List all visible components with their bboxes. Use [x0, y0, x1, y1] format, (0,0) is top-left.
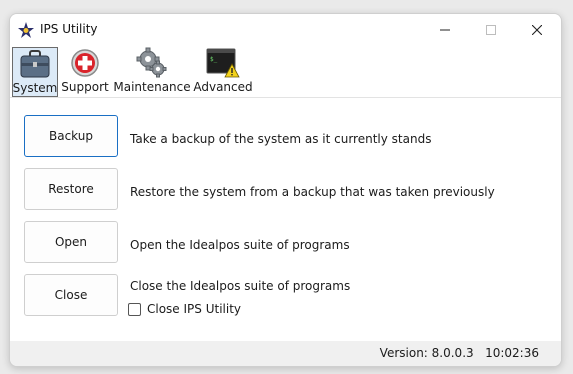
tab-support-label: Support — [61, 80, 109, 94]
close-ips-utility-checkbox[interactable] — [128, 302, 141, 316]
close-button[interactable]: Close — [24, 274, 118, 316]
version-label: Version: 8.0.0.3 — [379, 346, 474, 360]
app-window: IPS Utility System Support Maintenance $… — [9, 13, 562, 367]
window-title: IPS Utility — [40, 22, 98, 36]
tab-support[interactable]: Support — [61, 47, 109, 95]
open-description: Open the Idealpos suite of programs — [130, 238, 350, 252]
maximize-button[interactable] — [468, 14, 514, 45]
close-ips-utility-label: Close IPS Utility — [147, 302, 242, 316]
status-text: Version: 8.0.0.3 10:02:36 — [380, 346, 539, 360]
tab-system-label: System — [12, 81, 58, 95]
open-button[interactable]: Open — [24, 221, 118, 263]
close-ips-utility-option[interactable]: Close IPS Utility — [128, 302, 241, 316]
tab-maintenance-label: Maintenance — [113, 80, 191, 94]
clock-label: 10:02:36 — [485, 346, 539, 360]
restore-button[interactable]: Restore — [24, 168, 118, 210]
svg-text:$_: $_ — [210, 56, 218, 63]
close-description: Close the Idealpos suite of programs — [130, 279, 351, 293]
app-logo-icon — [17, 21, 35, 39]
title-bar: IPS Utility — [10, 14, 561, 45]
tab-advanced-label: Advanced — [193, 80, 253, 94]
backup-button[interactable]: Backup — [24, 115, 118, 157]
briefcase-icon — [18, 48, 52, 80]
minimize-button[interactable] — [422, 14, 468, 45]
status-bar: Version: 8.0.0.3 10:02:36 — [10, 341, 561, 366]
tab-system[interactable]: System — [12, 47, 58, 97]
tab-advanced[interactable]: $_ Advanced — [193, 47, 253, 95]
first-aid-icon — [68, 47, 102, 79]
toolbar: System Support Maintenance $_ Advanced — [10, 45, 561, 97]
restore-description: Restore the system from a backup that wa… — [130, 185, 495, 199]
backup-description: Take a backup of the system as it curren… — [130, 132, 432, 146]
system-panel: Backup Take a backup of the system as it… — [10, 97, 561, 341]
tab-maintenance[interactable]: Maintenance — [113, 47, 191, 95]
terminal-warning-icon: $_ — [206, 47, 240, 79]
close-window-button[interactable] — [514, 14, 560, 45]
gears-icon — [135, 47, 169, 79]
